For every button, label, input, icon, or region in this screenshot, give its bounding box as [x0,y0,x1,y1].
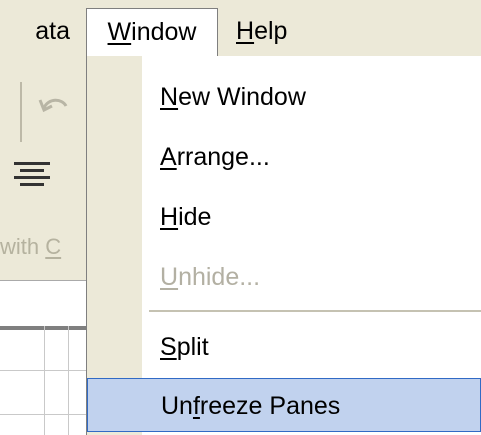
menu-bar: ata Window Help [0,0,481,58]
menu-window[interactable]: Window [86,8,218,58]
menu-item-arrange[interactable]: Arrange... [87,130,481,184]
grid-line [0,370,86,371]
toolbar-with-text: with C [0,234,86,260]
grid-line [68,326,69,435]
with-text-label: with [0,234,46,259]
window-menu-dropdown: New Window Arrange... Hide Unhide... Spl… [86,56,481,435]
menu-item-unfreeze-panes[interactable]: Unfreeze Panes [87,378,481,432]
menu-item-new-window[interactable]: New Window [87,70,481,124]
menu-item-split[interactable]: Split [87,320,481,374]
menu-help-label: elp [254,17,288,45]
with-text-accel: C [45,234,62,259]
menu-separator [149,310,481,312]
menu-item-label: New Window [160,83,306,111]
menu-help[interactable]: Help [236,8,306,54]
grid-line [0,414,86,415]
menu-data-label: ata [35,17,70,45]
grid-line [44,326,45,435]
menu-window-label: indow [131,18,197,46]
menu-data[interactable]: ata [0,8,70,54]
undo-icon[interactable] [34,86,74,126]
align-center-icon[interactable] [10,158,54,192]
toolbar-separator [20,82,22,142]
menu-item-label: Unhide... [160,263,261,291]
menu-window-accel: W [107,18,132,46]
menu-item-label: Split [160,333,209,361]
sheet-grid-fragment[interactable] [0,326,86,435]
menu-item-label: Arrange... [160,143,270,171]
formula-bar-fragment[interactable] [0,280,86,328]
column-header-border [0,326,86,330]
menu-item-hide[interactable]: Hide [87,190,481,244]
menu-help-accel: H [236,17,255,45]
menu-item-unhide: Unhide... [87,250,481,304]
toolbar-fragment: with C [0,56,86,435]
menu-item-label: Hide [160,203,212,231]
menu-item-label: Unfreeze Panes [161,392,341,420]
